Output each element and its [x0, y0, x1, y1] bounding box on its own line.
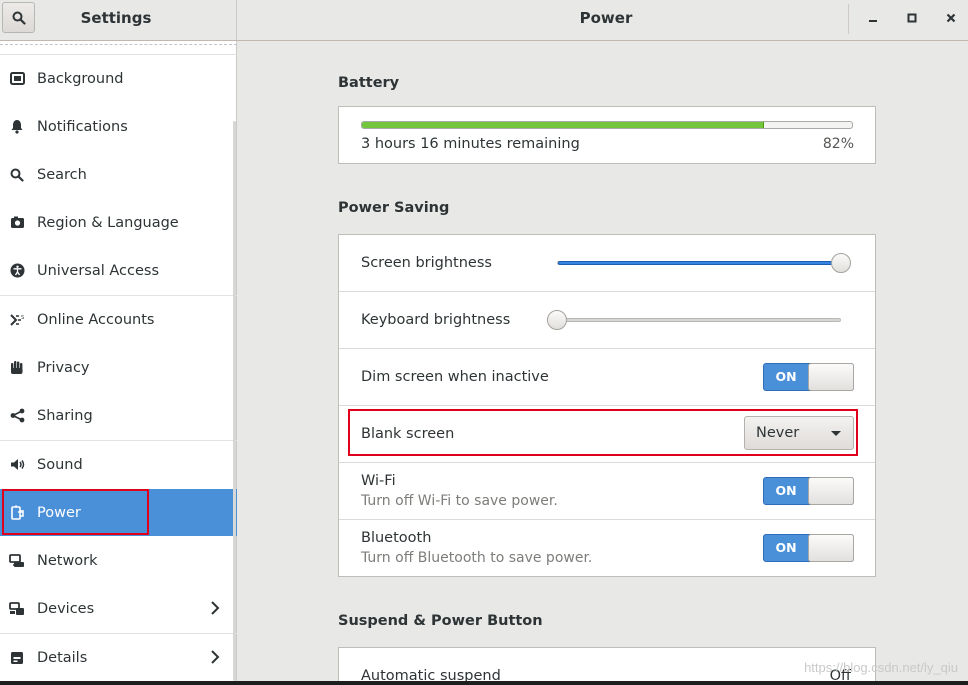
battery-percent: 82% [822, 136, 854, 152]
battery-section-title: Battery [338, 75, 400, 91]
sidebar-item-universal-access[interactable]: Universal Access [0, 247, 237, 294]
bell-icon [9, 119, 25, 135]
sidebar-item-region-language[interactable]: Region & Language [0, 199, 237, 246]
close-icon [946, 13, 956, 23]
bluetooth-switch[interactable]: ON [763, 534, 854, 562]
keyboard-brightness-knob[interactable] [547, 310, 567, 330]
search-icon [12, 11, 26, 25]
network-icon [9, 553, 25, 569]
maximize-icon [907, 13, 917, 23]
sidebar-item-sound[interactable]: Sound [0, 441, 237, 488]
sidebar-item-details[interactable]: Details [0, 634, 237, 681]
sidebar-item-sharing[interactable]: Sharing [0, 392, 237, 439]
switch-state-label: ON [775, 540, 797, 555]
search-icon [9, 167, 25, 183]
switch-knob [808, 363, 854, 391]
switch-knob [808, 534, 854, 562]
sidebar-item-label: Universal Access [37, 262, 160, 279]
switch-state-label: ON [775, 483, 797, 498]
sidebar-item-notifications[interactable]: Notifications [0, 103, 237, 150]
accessibility-icon [9, 263, 25, 279]
sidebar-item-label: Online Accounts [37, 311, 155, 328]
dim-screen-row: Dim screen when inactive ON [339, 349, 875, 406]
sidebar-item-label: Details [37, 649, 88, 666]
bluetooth-label: Bluetooth [361, 530, 432, 546]
image-icon [9, 71, 25, 87]
wifi-switch[interactable]: ON [763, 477, 854, 505]
close-button[interactable] [940, 8, 962, 28]
switch-state-label: ON [775, 369, 797, 384]
sidebar-header: Settings [0, 0, 237, 40]
wifi-sublabel: Turn off Wi-Fi to save power. [361, 493, 558, 509]
header-bar: Settings Power [0, 0, 968, 41]
sidebar-item-label: Region & Language [37, 214, 179, 231]
automatic-suspend-row[interactable]: Automatic suspend Off [339, 648, 875, 685]
keyboard-brightness-slider[interactable] [557, 318, 841, 322]
battery-frame: 3 hours 16 minutes remaining 82% [338, 106, 876, 164]
sidebar-item-background[interactable]: Background [0, 55, 237, 102]
share-icon [9, 408, 25, 424]
dim-screen-label: Dim screen when inactive [361, 369, 549, 385]
suspend-section-title: Suspend & Power Button [338, 613, 543, 629]
svg-text:S: S [21, 315, 24, 321]
suspend-frame: Automatic suspend Off [338, 647, 876, 685]
hand-icon [9, 360, 25, 376]
sidebar-item-label: Background [37, 70, 124, 87]
battery-row: 3 hours 16 minutes remaining 82% [339, 107, 875, 163]
panel-title: Power [579, 9, 633, 27]
screen-brightness-knob[interactable] [831, 253, 851, 273]
bluetooth-row: Bluetooth Turn off Bluetooth to save pow… [339, 520, 875, 576]
wifi-row: Wi-Fi Turn off Wi-Fi to save power. ON [339, 463, 875, 520]
sidebar-item-label: Network [37, 552, 98, 569]
minimize-button[interactable] [862, 8, 884, 28]
maximize-button[interactable] [901, 8, 923, 28]
sidebar-item-devices[interactable]: Devices [0, 585, 237, 632]
sidebar-item-label: Privacy [37, 359, 90, 376]
sidebar-item-search[interactable]: Search [0, 151, 237, 198]
power-saving-frame: Screen brightness Keyboard brightness Di… [338, 234, 876, 577]
chevron-right-icon [211, 601, 220, 615]
battery-remaining-text: 3 hours 16 minutes remaining [361, 136, 580, 152]
sidebar-item-network[interactable]: Network [0, 537, 237, 584]
minimize-icon [869, 20, 877, 22]
titlebar-separator [848, 4, 849, 34]
devices-icon [9, 601, 25, 617]
sidebar-title: Settings [80, 9, 152, 27]
sidebar-item-label: Notifications [37, 118, 128, 135]
online-accounts-icon: S [9, 312, 25, 328]
keyboard-brightness-label: Keyboard brightness [361, 312, 511, 328]
switch-knob [808, 477, 854, 505]
sidebar-item-label: Sound [37, 456, 83, 473]
sidebar-item-label: Sharing [37, 407, 93, 424]
details-icon [9, 650, 25, 666]
screen-brightness-fill [558, 261, 842, 265]
highlight-box-power [2, 489, 149, 535]
camera-icon [9, 215, 25, 231]
screen-brightness-slider[interactable] [557, 261, 842, 265]
bottom-edge [0, 681, 968, 685]
sidebar-scroll-edge [0, 44, 237, 45]
sidebar-scrollbar[interactable] [233, 121, 236, 681]
power-panel: Battery 3 hours 16 minutes remaining 82%… [238, 41, 968, 685]
search-button[interactable] [2, 2, 35, 33]
speaker-icon [9, 457, 25, 473]
watermark: https://blog.csdn.net/ly_qiu [804, 660, 958, 675]
dim-screen-switch[interactable]: ON [763, 363, 854, 391]
sidebar-item-online-accounts[interactable]: S Online Accounts [0, 296, 237, 343]
highlight-box-blank-screen [348, 409, 858, 456]
wifi-label: Wi-Fi [361, 473, 396, 489]
screen-brightness-label: Screen brightness [361, 255, 492, 271]
sidebar-item-label: Search [37, 166, 87, 183]
keyboard-brightness-row: Keyboard brightness [339, 292, 875, 349]
sidebar-item-privacy[interactable]: Privacy [0, 344, 237, 391]
sidebar: Background Notifications Search Region &… [0, 41, 237, 685]
chevron-right-icon [211, 650, 220, 664]
power-saving-section-title: Power Saving [338, 200, 450, 216]
screen-brightness-row: Screen brightness [339, 235, 875, 292]
bluetooth-sublabel: Turn off Bluetooth to save power. [361, 550, 593, 566]
sidebar-item-label: Devices [37, 600, 95, 617]
